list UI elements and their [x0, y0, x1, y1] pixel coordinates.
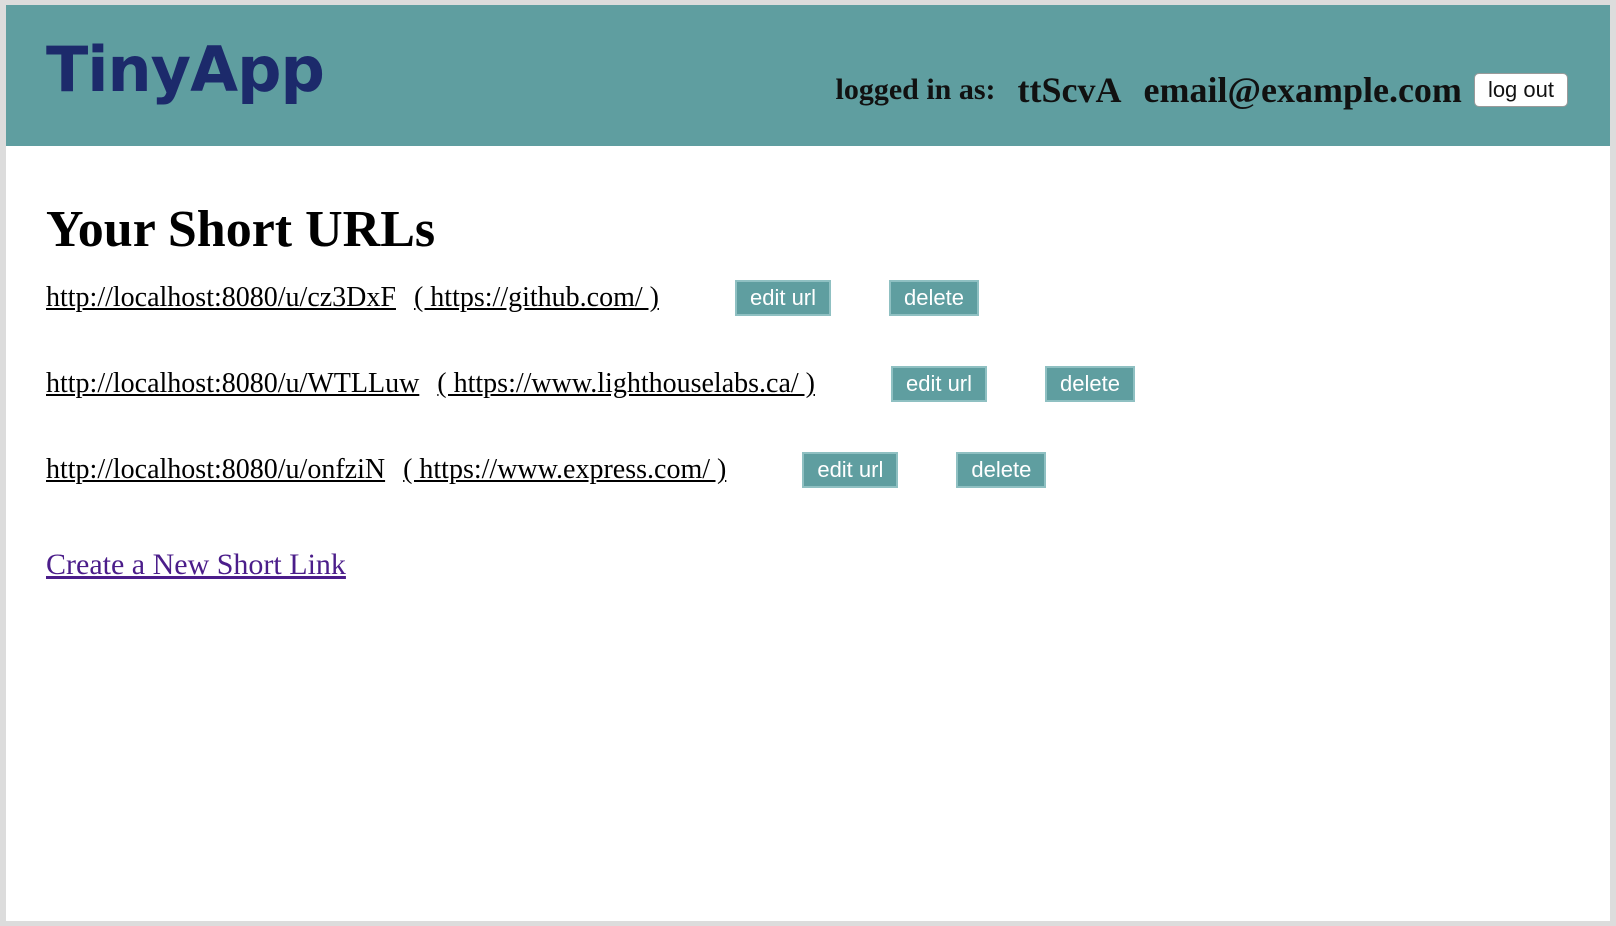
- long-url-link[interactable]: ( https://www.lighthouselabs.ca/ ): [437, 368, 815, 400]
- url-row: http://localhost:8080/u/WTLLuw ( https:/…: [46, 366, 1135, 403]
- logged-in-label: logged in as:: [835, 73, 996, 106]
- user-email: email@example.com: [1143, 70, 1462, 110]
- create-short-link[interactable]: Create a New Short Link: [46, 548, 346, 582]
- delete-button[interactable]: delete: [889, 280, 979, 317]
- edit-url-button[interactable]: edit url: [890, 366, 988, 403]
- edit-url-button[interactable]: edit url: [734, 280, 832, 317]
- site-header: TinyApp logged in as: ttScvA email@examp…: [6, 5, 1610, 146]
- long-url-link[interactable]: ( https://www.express.com/ ): [403, 454, 726, 486]
- long-url-link[interactable]: ( https://github.com/ ): [414, 282, 659, 314]
- main-content: Your Short URLs http://localhost:8080/u/…: [46, 201, 1135, 582]
- short-url-link[interactable]: http://localhost:8080/u/cz3DxF: [46, 282, 396, 314]
- edit-url-button[interactable]: edit url: [802, 452, 899, 489]
- user-id: ttScvA: [1017, 70, 1122, 110]
- tinyapp-logo[interactable]: TinyApp: [46, 39, 325, 101]
- url-row: http://localhost:8080/u/onfziN ( https:/…: [46, 452, 1135, 489]
- browser-viewport: TinyApp logged in as: ttScvA email@examp…: [6, 5, 1610, 921]
- user-info: logged in as: ttScvA email@example.com l…: [836, 69, 1568, 111]
- delete-button[interactable]: delete: [1045, 366, 1135, 403]
- short-url-link[interactable]: http://localhost:8080/u/onfziN: [46, 454, 385, 486]
- url-list: http://localhost:8080/u/cz3DxF ( https:/…: [46, 280, 1135, 489]
- delete-button[interactable]: delete: [956, 452, 1047, 489]
- page-title: Your Short URLs: [46, 201, 436, 258]
- url-row: http://localhost:8080/u/cz3DxF ( https:/…: [46, 280, 1135, 317]
- short-url-link[interactable]: http://localhost:8080/u/WTLLuw: [46, 368, 419, 400]
- logout-button[interactable]: log out: [1473, 73, 1568, 107]
